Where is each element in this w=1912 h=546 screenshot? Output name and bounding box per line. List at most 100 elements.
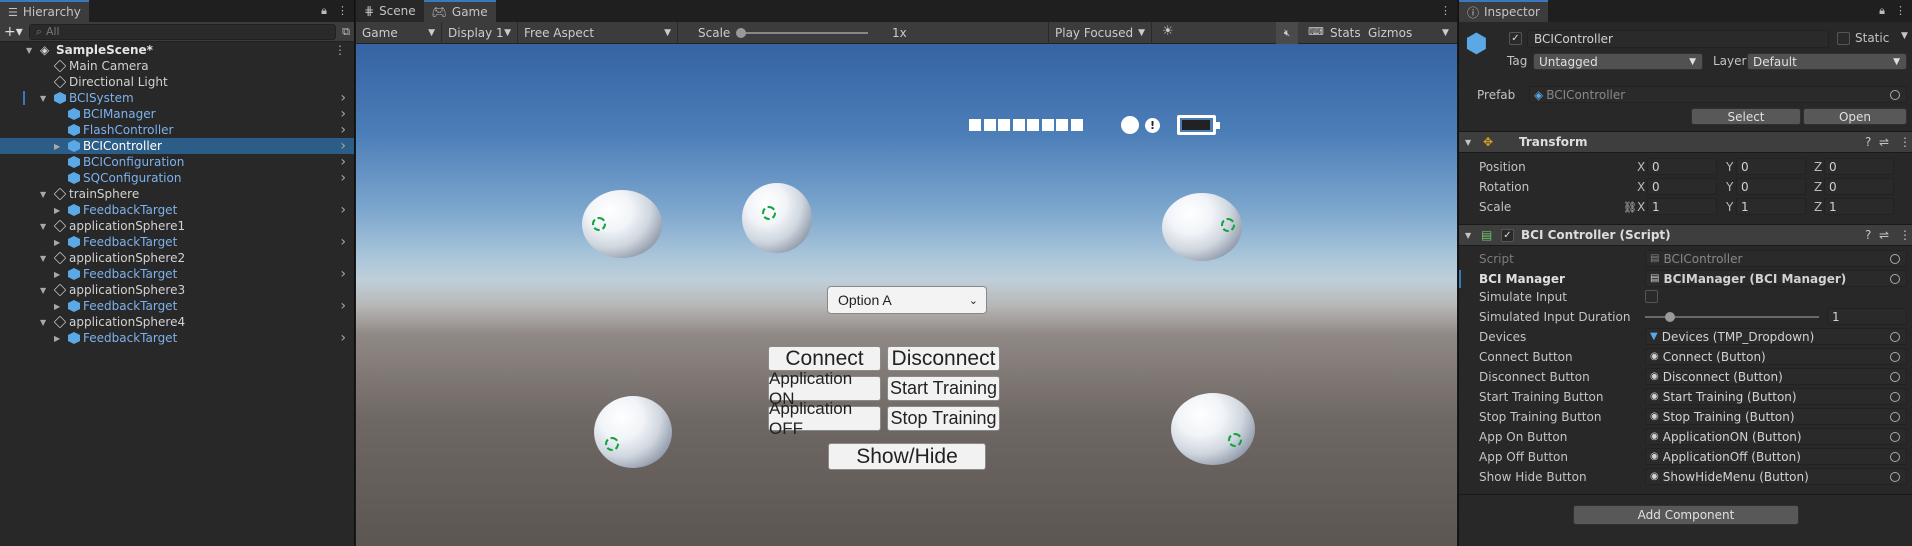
preset-icon[interactable]: ⇌ xyxy=(1879,228,1889,242)
chevron-right-icon[interactable]: › xyxy=(340,154,346,170)
help-icon[interactable]: ? xyxy=(1865,228,1871,242)
hierarchy-item[interactable]: ▶ BCIController › xyxy=(0,138,354,154)
hierarchy-item[interactable]: ▼ applicationSphere2 xyxy=(0,250,354,266)
kebab-menu-icon[interactable]: ⋮ xyxy=(1895,4,1906,18)
foldout-arrow-icon[interactable]: ▼ xyxy=(40,254,46,263)
tab-game[interactable]: 🎮︎ Game xyxy=(423,0,496,22)
kebab-menu-icon[interactable]: ⋮ xyxy=(1899,135,1911,149)
foldout-arrow-icon[interactable]: ▶ xyxy=(54,334,60,343)
game-viewport[interactable]: ! Option A ⌄ Connect Disconnect Applicati… xyxy=(356,44,1457,546)
chevron-right-icon[interactable]: › xyxy=(340,90,346,106)
foldout-arrow-icon[interactable]: ▶ xyxy=(54,142,60,151)
hierarchy-item[interactable]: FlashController › xyxy=(0,122,354,138)
hierarchy-item[interactable]: ▼ trainSphere xyxy=(0,186,354,202)
hierarchy-item[interactable]: BCIManager › xyxy=(0,106,354,122)
hierarchy-item[interactable]: Main Camera xyxy=(0,58,354,74)
layer-dropdown[interactable]: Default ▼ xyxy=(1747,53,1907,70)
application-sphere-1[interactable] xyxy=(742,183,812,253)
hierarchy-item[interactable]: ▶ FeedbackTarget › xyxy=(0,330,354,346)
simulate-input-checkbox[interactable] xyxy=(1645,290,1658,303)
scale-z-field[interactable]: 1 xyxy=(1824,198,1894,215)
chevron-right-icon[interactable]: › xyxy=(340,170,346,186)
kebab-menu-icon[interactable]: ⋮ xyxy=(337,4,348,18)
chevron-right-icon[interactable]: › xyxy=(340,106,346,122)
application-on-button[interactable]: Application ON xyxy=(768,369,881,408)
kebab-menu-icon[interactable]: ⋮ xyxy=(1899,228,1911,242)
object-picker-icon[interactable] xyxy=(1890,471,1900,482)
object-picker-icon[interactable] xyxy=(1890,331,1900,342)
component-enabled-checkbox[interactable]: ✓ xyxy=(1501,229,1514,242)
chevron-right-icon[interactable]: › xyxy=(340,138,346,154)
chevron-right-icon[interactable]: › xyxy=(340,298,346,314)
object-picker-icon[interactable] xyxy=(1890,451,1900,462)
bci-controller-header[interactable]: ▼ ▤ ✓ BCI Controller (Script) ? ⇌ ⋮ xyxy=(1459,224,1912,246)
keyboard-icon[interactable]: ⌨ xyxy=(1308,25,1324,38)
duration-slider-handle[interactable] xyxy=(1665,312,1675,322)
foldout-arrow-icon[interactable]: ▼ xyxy=(40,222,46,231)
object-picker-icon[interactable] xyxy=(1890,253,1900,264)
foldout-arrow-icon[interactable]: ▶ xyxy=(54,206,60,215)
lock-icon[interactable]: 🔒︎ xyxy=(321,4,327,18)
object-field[interactable]: ▤ BCIManager (BCI Manager) xyxy=(1645,270,1907,287)
tab-scene[interactable]: ⋕ Scene xyxy=(356,0,424,22)
foldout-arrow-icon[interactable]: ▼ xyxy=(40,94,46,103)
disconnect-button[interactable]: Disconnect xyxy=(887,346,1000,371)
add-icon[interactable]: +▾ xyxy=(4,24,23,40)
show-hide-button[interactable]: Show/Hide xyxy=(828,443,986,470)
static-checkbox[interactable] xyxy=(1837,32,1850,45)
view-dropdown[interactable]: Game ▼ xyxy=(356,22,442,44)
collapse-icon[interactable]: ⧉ xyxy=(342,25,350,39)
position-y-field[interactable]: 0 xyxy=(1736,158,1806,175)
hierarchy-item[interactable]: ▼ applicationSphere1 xyxy=(0,218,354,234)
object-field[interactable]: ◉ ApplicationOff (Button) xyxy=(1645,448,1907,465)
scale-y-field[interactable]: 1 xyxy=(1736,198,1806,215)
duration-value-field[interactable]: 1 xyxy=(1827,308,1907,325)
foldout-arrow-icon[interactable]: ▼ xyxy=(1465,231,1471,240)
object-picker-icon[interactable] xyxy=(1890,273,1900,284)
hierarchy-item[interactable]: SQConfiguration › xyxy=(0,170,354,186)
hierarchy-item[interactable]: ▶ FeedbackTarget › xyxy=(0,202,354,218)
foldout-arrow-icon[interactable]: ▼ xyxy=(40,286,46,295)
prefab-select-button[interactable]: Select xyxy=(1691,108,1801,125)
chevron-right-icon[interactable]: › xyxy=(340,234,346,250)
hierarchy-item[interactable]: ▼ BCISystem › xyxy=(0,90,354,106)
rotation-y-field[interactable]: 0 xyxy=(1736,178,1806,195)
object-picker-icon[interactable] xyxy=(1890,431,1900,442)
aspect-dropdown[interactable]: Free Aspect ▼ xyxy=(518,22,678,44)
foldout-arrow-icon[interactable]: ▶ xyxy=(54,270,60,279)
tab-inspector[interactable]: ⓘ Inspector xyxy=(1459,0,1548,22)
static-caret-icon[interactable]: ▼ xyxy=(1901,31,1908,41)
application-off-button[interactable]: Application OFF xyxy=(768,399,881,438)
scale-slider-handle[interactable] xyxy=(736,28,746,38)
object-field[interactable]: ◉ Start Training (Button) xyxy=(1645,388,1907,405)
foldout-arrow-icon[interactable]: ▼ xyxy=(40,190,46,199)
kebab-menu-icon[interactable]: ⋮ xyxy=(1440,4,1451,17)
rotation-z-field[interactable]: 0 xyxy=(1824,178,1894,195)
prefab-open-button[interactable]: Open xyxy=(1803,108,1907,125)
scale-x-field[interactable]: 1 xyxy=(1647,198,1717,215)
object-field[interactable]: ◉ ApplicationON (Button) xyxy=(1645,428,1907,445)
hierarchy-item[interactable]: ▶ FeedbackTarget › xyxy=(0,298,354,314)
object-field[interactable]: ◉ Connect (Button) xyxy=(1645,348,1907,365)
object-field[interactable]: ▼ Devices (TMP_Dropdown) xyxy=(1645,328,1907,345)
hierarchy-item[interactable]: ▼ applicationSphere4 xyxy=(0,314,354,330)
hierarchy-search-input[interactable]: ⌕ All xyxy=(28,23,337,40)
tag-dropdown[interactable]: Untagged ▼ xyxy=(1533,53,1703,70)
hierarchy-item[interactable]: ▼ applicationSphere3 xyxy=(0,282,354,298)
foldout-arrow-icon[interactable]: ▶ xyxy=(54,302,60,311)
stats-button[interactable]: Stats xyxy=(1330,26,1361,40)
rotation-x-field[interactable]: 0 xyxy=(1647,178,1717,195)
lock-icon[interactable]: 🔒︎ xyxy=(1879,4,1885,18)
object-field[interactable]: ◉ ShowHideMenu (Button) xyxy=(1645,468,1907,485)
transform-header[interactable]: ▼ ✥ Transform ? ⇌ ⋮ xyxy=(1459,131,1912,153)
application-sphere-3[interactable] xyxy=(594,396,672,468)
object-field[interactable]: ◉ Stop Training (Button) xyxy=(1645,408,1907,425)
constrain-proportions-icon[interactable]: ⛓ xyxy=(1623,201,1637,214)
hierarchy-item[interactable]: ▶ FeedbackTarget › xyxy=(0,266,354,282)
chevron-right-icon[interactable]: › xyxy=(340,202,346,218)
preset-icon[interactable]: ⇌ xyxy=(1879,135,1889,149)
display-dropdown[interactable]: Display 1 ▼ xyxy=(442,22,518,44)
help-icon[interactable]: ? xyxy=(1865,135,1871,149)
start-training-button[interactable]: Start Training xyxy=(887,376,1000,401)
stop-training-button[interactable]: Stop Training xyxy=(887,406,1000,431)
